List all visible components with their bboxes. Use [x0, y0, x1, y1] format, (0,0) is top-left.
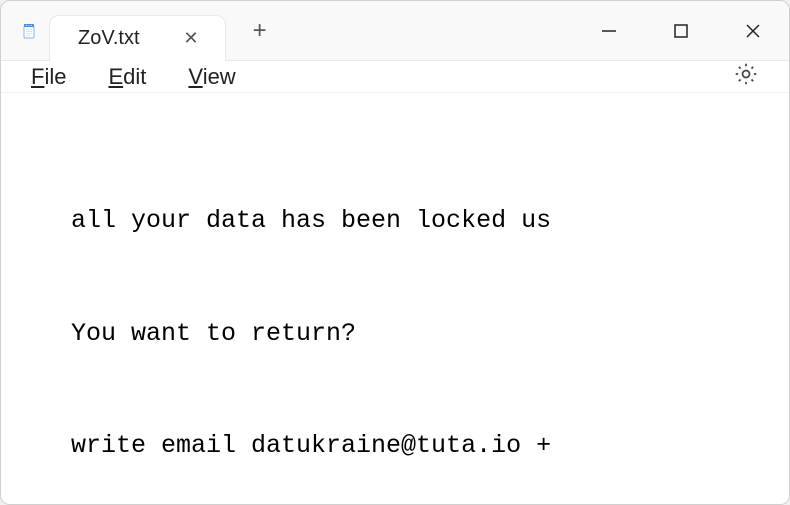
close-tab-icon[interactable]: ✕ — [180, 24, 203, 53]
gear-icon — [733, 61, 759, 87]
editor-line: You want to return? — [71, 315, 719, 353]
tab-title: ZoV.txt — [78, 27, 140, 50]
notepad-app-icon — [1, 17, 49, 45]
menu-file[interactable]: File — [31, 64, 66, 90]
file-tab[interactable]: ZoV.txt ✕ — [49, 15, 226, 61]
notepad-window: ZoV.txt ✕ + File Edit View all your data… — [0, 0, 790, 505]
settings-button[interactable] — [733, 61, 759, 92]
minimize-button[interactable] — [573, 1, 645, 61]
close-window-button[interactable] — [717, 1, 789, 61]
maximize-button[interactable] — [645, 1, 717, 61]
titlebar: ZoV.txt ✕ + — [1, 1, 789, 61]
menubar: File Edit View — [1, 61, 789, 93]
menu-view[interactable]: View — [188, 64, 235, 90]
editor-line: write email datukraine@tuta.io + — [71, 427, 719, 465]
menu-edit[interactable]: Edit — [108, 64, 146, 90]
editor-line: all your data has been locked us — [71, 202, 719, 240]
text-editor-area[interactable]: all your data has been locked us You wan… — [1, 93, 789, 505]
new-tab-button[interactable]: + — [236, 17, 284, 45]
